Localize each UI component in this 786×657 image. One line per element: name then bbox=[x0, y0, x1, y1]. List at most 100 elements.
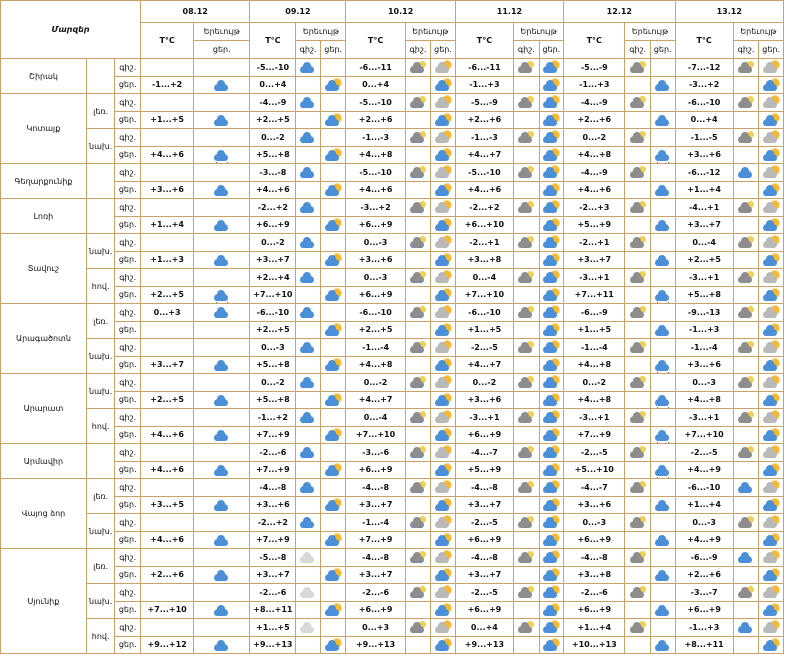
moon-snow-icon: * * bbox=[409, 410, 427, 425]
weather-cell bbox=[513, 250, 540, 269]
moon-cloud-icon bbox=[517, 270, 535, 284]
weather-cell bbox=[319, 600, 347, 619]
temperature-cell: +3...+7 bbox=[563, 250, 626, 269]
temperature-cell: -5...-10 bbox=[249, 58, 297, 77]
time-of-day-label: գիշ. bbox=[114, 198, 142, 217]
weather-cell bbox=[758, 635, 784, 654]
weather-cell bbox=[513, 268, 540, 287]
temperature-cell: +1...+4 bbox=[140, 215, 195, 234]
weather-cell bbox=[430, 180, 456, 199]
temperature-cell: +8...+11 bbox=[249, 600, 297, 619]
weather-cell bbox=[430, 408, 456, 427]
weather-cell bbox=[513, 320, 540, 339]
time-of-day-label: ցեր. bbox=[114, 635, 142, 654]
table-row: Շիրակ գիշ. -5...-10 * * -6...-11 * * -6...-11-… bbox=[0, 58, 784, 94]
weather-cell bbox=[295, 250, 321, 269]
cloud-snow-icon: * * bbox=[654, 603, 672, 618]
weather-cell bbox=[538, 58, 565, 77]
weather-cell bbox=[538, 268, 565, 287]
weather-cell bbox=[513, 93, 540, 112]
time-of-day-label: գիշ. bbox=[114, 163, 142, 182]
weather-cell bbox=[295, 635, 321, 654]
sun-cloud-icon bbox=[324, 113, 342, 127]
sun-icon bbox=[762, 165, 780, 179]
weather-cell: * * bbox=[193, 355, 251, 374]
weather-cell bbox=[513, 618, 540, 637]
cloud-snow-icon: * * bbox=[299, 130, 317, 145]
temperature-cell bbox=[140, 408, 195, 427]
weather-cell bbox=[624, 600, 651, 619]
weather-cell bbox=[404, 285, 432, 304]
temperature-cell: -3...-6 bbox=[345, 443, 406, 462]
weather-cell bbox=[649, 145, 676, 164]
temp-header: T°C bbox=[563, 22, 626, 59]
table-row: հով. գիշ. +1...+5 0...+3 * * 0...+4 +1...+4 -1.… bbox=[1, 618, 784, 654]
weather-cell bbox=[758, 513, 784, 532]
weather-cell bbox=[758, 163, 784, 182]
temperature-cell: +6...+9 bbox=[674, 600, 734, 619]
day-subheader: ցեր. bbox=[538, 40, 565, 59]
moon-cloud-icon bbox=[629, 165, 647, 179]
region-name: Շիրակ bbox=[0, 58, 87, 94]
moon-snow-icon: * * bbox=[409, 340, 427, 355]
weather-cell: * * bbox=[649, 495, 676, 514]
weather-cell bbox=[624, 338, 651, 357]
sun-cloud-icon bbox=[434, 428, 452, 442]
weather-cell bbox=[513, 355, 540, 374]
table-row: Կոտայք լեռ. գիշ. -4...-9 * * -5...-10 * * -5...… bbox=[0, 93, 784, 164]
weather-cell bbox=[430, 198, 456, 217]
weather-cell bbox=[430, 618, 456, 637]
temperature-cell bbox=[140, 513, 195, 532]
temperature-cell: +4...+6 bbox=[345, 180, 406, 199]
weather-cell bbox=[758, 145, 784, 164]
temperature-cell: 0...-2 bbox=[249, 373, 297, 392]
cloud-snow-icon: * * bbox=[299, 375, 317, 390]
weather-cell bbox=[732, 635, 760, 654]
sun-icon bbox=[762, 130, 780, 144]
weather-cell bbox=[758, 408, 784, 427]
temperature-cell bbox=[140, 583, 195, 602]
weather-cell bbox=[732, 530, 760, 549]
weather-cell bbox=[649, 460, 676, 479]
night-subheader: գիշ. bbox=[732, 40, 760, 59]
sun-icon bbox=[762, 620, 780, 634]
weather-cell bbox=[404, 180, 432, 199]
sun-cloud-icon bbox=[542, 375, 560, 389]
weather-cell bbox=[624, 443, 651, 462]
temperature-cell: +3...+6 bbox=[563, 495, 626, 514]
weather-cell bbox=[295, 320, 321, 339]
time-of-day-label: ցեր. bbox=[114, 600, 142, 619]
day-subheader: ցեր. bbox=[193, 40, 251, 59]
weather-cell bbox=[732, 303, 760, 322]
temperature-cell: -2...-5 bbox=[454, 513, 515, 532]
weather-cell bbox=[538, 233, 565, 252]
temperature-cell: +3...+7 bbox=[345, 495, 406, 514]
table-row: ցեր. +2...+5 +2...+5 +1...+5 +1...+5 * * -1...… bbox=[1, 320, 784, 339]
weather-cell bbox=[624, 198, 651, 217]
weather-cell bbox=[624, 58, 651, 77]
weather-cell bbox=[758, 618, 784, 637]
weather-cell bbox=[758, 250, 784, 269]
weather-cell bbox=[538, 390, 565, 409]
table-row: ցեր. +1...+3 * * +3...+7 +3...+6 +3...+8 +3...… bbox=[1, 250, 784, 269]
cloud-icon bbox=[213, 428, 231, 442]
sun-icon bbox=[762, 445, 780, 459]
weather-cell: * * bbox=[732, 548, 760, 567]
weather-header: Երեւույթ bbox=[732, 22, 785, 41]
weather-cell: * * bbox=[404, 478, 432, 497]
moon-snow-icon: * * bbox=[409, 445, 427, 460]
moon-snow-icon: * * bbox=[409, 60, 427, 75]
moon-cloud-icon bbox=[629, 305, 647, 319]
weather-cell bbox=[319, 618, 347, 637]
sun-cloud-icon bbox=[762, 148, 780, 162]
temperature-cell: -1...+3 bbox=[674, 618, 734, 637]
weather-cell bbox=[319, 548, 347, 567]
moon-cloud-icon bbox=[629, 480, 647, 494]
moon-cloud-icon bbox=[629, 235, 647, 249]
cloud-snow-icon: * * bbox=[654, 218, 672, 233]
weather-cell bbox=[758, 495, 784, 514]
weather-cell bbox=[404, 600, 432, 619]
temperature-cell: -5...-8 bbox=[249, 548, 297, 567]
time-of-day-label: ցեր. bbox=[114, 390, 142, 409]
time-of-day-label: ցեր. bbox=[114, 110, 142, 129]
